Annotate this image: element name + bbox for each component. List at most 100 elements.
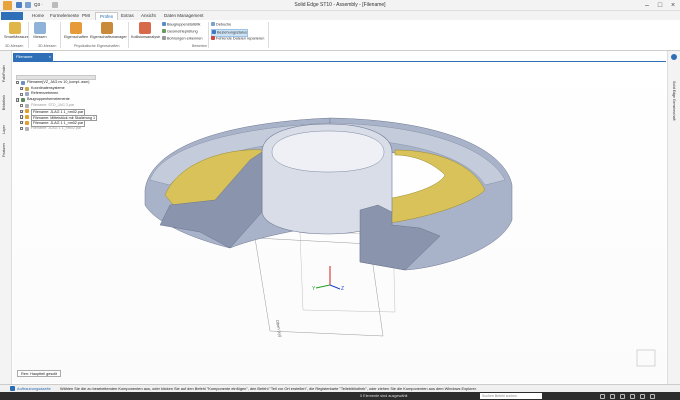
- graphics-viewport[interactable]: Oben (xy) Z Y Filename(VZ_JAG.nv 10_komp…: [13, 62, 666, 383]
- document-tab-close-icon[interactable]: ×: [49, 53, 51, 61]
- maximize-button[interactable]: □: [655, 1, 665, 10]
- visibility-checkbox[interactable]: [20, 120, 25, 126]
- assembly-model[interactable]: Oben (xy) Z Y: [13, 62, 666, 383]
- ribbon: SmartMeasure 3D-Messen Messen 3D-Messen …: [0, 20, 680, 51]
- tab-layer[interactable]: Layer: [2, 125, 6, 134]
- detect-holes-label: Bohrungen erkennen: [167, 36, 203, 41]
- selection-count: 0 Elemente sind ausgewählt: [360, 394, 408, 398]
- group-separator: [268, 22, 269, 48]
- smart-measure-label: SmartMeasure: [4, 35, 29, 39]
- detect-holes-button[interactable]: Bohrungen erkennen: [162, 36, 202, 42]
- document-tab[interactable]: Filename ×: [13, 53, 53, 61]
- zoom-icon[interactable]: [600, 393, 605, 399]
- visibility-checkbox[interactable]: [20, 109, 25, 115]
- smart-measure-button[interactable]: SmartMeasure: [4, 22, 29, 39]
- visibility-checkbox[interactable]: [20, 86, 25, 92]
- triad-y-axis: [315, 284, 331, 289]
- repair-missing-files-button[interactable]: Fehlende Dateien reparieren: [211, 36, 264, 42]
- group-label-phys: Physikalische Eigenschaften: [74, 44, 120, 48]
- properties-manager-icon: [101, 22, 113, 34]
- part-icon: [25, 126, 29, 131]
- plane-label: Oben (xy): [275, 319, 283, 338]
- tab-pruefen[interactable]: Prüfen: [95, 12, 119, 20]
- group-separator: [60, 22, 61, 48]
- close-button[interactable]: ×: [668, 1, 678, 10]
- document-tab-label: Filename: [16, 54, 33, 59]
- properties-manager-button[interactable]: Eigenschaftsmanager: [90, 22, 127, 39]
- status-bar: 0 Elemente sind ausgewählt Suchen Befehl…: [0, 392, 680, 400]
- part-icon: [25, 92, 29, 97]
- rotate-icon[interactable]: [630, 393, 635, 399]
- group-separator: [128, 22, 129, 48]
- pathfinder-tree: Filename(VZ_JAG.nv 10_kompl..asm)Koordin…: [16, 75, 98, 145]
- bom-stats-icon: [162, 22, 166, 26]
- group-label-3d-messen: 3D-Messen: [5, 44, 24, 48]
- tab-daten-management[interactable]: Daten Management: [160, 12, 208, 20]
- geometry-check-button[interactable]: Geometrieprüfung: [162, 29, 198, 35]
- collision-analysis-button[interactable]: Kollisionsanalyse: [131, 22, 161, 39]
- collision-label: Kollisionsanalyse: [131, 35, 161, 39]
- tab-home[interactable]: Home: [28, 12, 48, 20]
- properties-manager-label: Eigenschaftsmanager: [90, 35, 127, 39]
- part-icon: [25, 120, 29, 125]
- main-part-tooltip: Ren: Hauptteil gesollt: [17, 370, 62, 377]
- part-icon: [25, 109, 29, 114]
- part-icon: [21, 81, 25, 85]
- geometry-check-icon: [162, 29, 166, 33]
- fit-icon[interactable]: [610, 393, 615, 399]
- bom-stats-button[interactable]: Baugruppenstatistik: [162, 22, 200, 28]
- pan-icon[interactable]: [620, 393, 625, 399]
- title-bar: Q3 · Solid Edge ST10 - Assembly - [Filen…: [0, 0, 680, 11]
- display-style-icon[interactable]: [650, 393, 655, 399]
- properties-icon: [70, 22, 82, 34]
- part-icon: [25, 115, 29, 120]
- ribbon-tabs: Home Formelemente PMI Prüfen Extras Ansi…: [0, 11, 680, 20]
- visibility-checkbox[interactable]: [20, 126, 24, 130]
- visibility-checkbox[interactable]: [16, 81, 20, 85]
- window-title: Solid Edge ST10 - Assembly - [Filename]: [294, 2, 386, 8]
- view-cube[interactable]: [636, 349, 656, 367]
- resolve-status-icon: [212, 30, 216, 34]
- collision-icon: [139, 22, 151, 34]
- visibility-checkbox[interactable]: [20, 92, 24, 96]
- repair-icon: [211, 36, 215, 40]
- tab-features[interactable]: Features: [2, 143, 6, 157]
- group-label-bewerten: Bewerten: [192, 44, 208, 48]
- tab-solid-edge-community[interactable]: Solid Edge Gemeinschaft: [672, 81, 676, 121]
- app-menu-button[interactable]: [1, 12, 23, 20]
- pathfinder-row[interactable]: Filename: JLAG 1 1_nm02.par: [16, 126, 96, 132]
- repair-missing-files-label: Fehlende Dateien reparieren: [216, 36, 265, 41]
- view-orient-icon[interactable]: [640, 393, 645, 399]
- triad-z-label: Z: [341, 286, 344, 292]
- triad-x-axis: [329, 284, 341, 290]
- triad-y-label: Y: [312, 286, 316, 292]
- tab-pathfinder[interactable]: PathFinder: [2, 65, 6, 82]
- measure-button[interactable]: Messen: [32, 22, 48, 39]
- minimize-button[interactable]: –: [642, 1, 652, 10]
- properties-label: Eigenschaften: [64, 35, 89, 39]
- tab-library[interactable]: Bibliothek: [2, 95, 6, 110]
- bom-stats-label: Baugruppenstatistik: [167, 22, 201, 27]
- pathfinder-row-label: Filename: JLAG 1 1_nm02.par: [31, 125, 82, 130]
- debug-icon: [211, 22, 215, 26]
- group-label-3d-tools: 3D-Messen: [38, 44, 57, 48]
- tab-extras[interactable]: Extras: [117, 12, 138, 20]
- tab-pmi[interactable]: PMI: [78, 12, 94, 20]
- debug-label: Debuche: [216, 22, 232, 27]
- help-icon[interactable]: [671, 54, 677, 60]
- properties-button[interactable]: Eigenschaften: [64, 22, 88, 39]
- part-icon: [25, 103, 29, 108]
- detect-holes-icon: [162, 36, 166, 40]
- prompt-bar: Auftraubungsdaeite Wählen Sie die zu bea…: [0, 384, 680, 392]
- left-dock-tabs: PathFinder Bibliothek Layer Features: [0, 51, 12, 384]
- debug-button[interactable]: Debuche: [211, 22, 231, 28]
- visibility-checkbox[interactable]: [16, 97, 21, 104]
- measure-label: Messen: [33, 35, 47, 39]
- visibility-checkbox[interactable]: [20, 114, 25, 121]
- resolve-status-label: Beziehungsstatus: [217, 30, 247, 35]
- tab-ansicht[interactable]: Ansicht: [137, 12, 160, 20]
- command-search-input[interactable]: Suchen Befehl suchen: [480, 393, 542, 399]
- visibility-checkbox[interactable]: [20, 103, 24, 108]
- right-dock-tabs: Solid Edge Gemeinschaft: [667, 51, 680, 384]
- coordinate-triad: Z Y: [312, 266, 344, 292]
